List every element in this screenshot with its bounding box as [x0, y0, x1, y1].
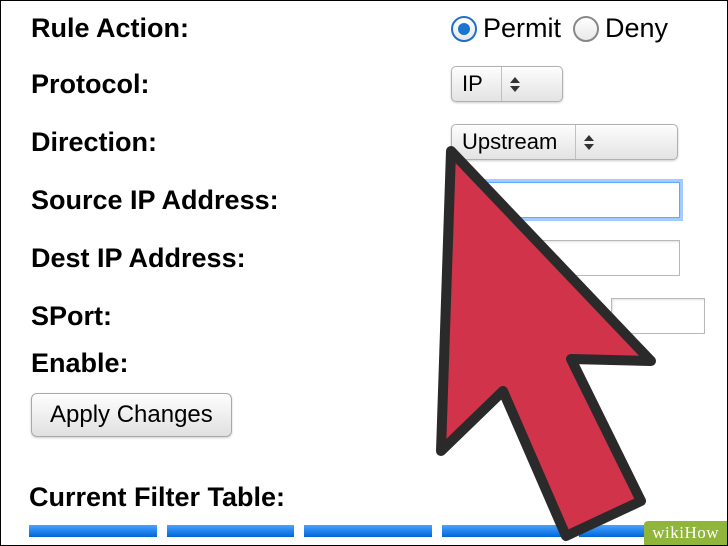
radio-circle-icon: [573, 16, 599, 42]
input-sport[interactable]: [611, 298, 705, 334]
label-dest-ip: Dest IP Address:: [31, 243, 451, 274]
apply-changes-button[interactable]: Apply Changes: [31, 393, 232, 437]
current-filter-table-heading: Current Filter Table:: [29, 482, 285, 513]
label-direction: Direction:: [31, 127, 451, 158]
select-protocol-value: IP: [462, 71, 501, 97]
wikihow-watermark: wikiHow: [644, 521, 727, 545]
radio-permit-label: Permit: [483, 13, 561, 44]
radio-deny-label: Deny: [605, 13, 668, 44]
row-sport: SPort:: [31, 298, 727, 334]
select-protocol[interactable]: IP: [451, 66, 563, 102]
row-rule-action: Rule Action: Permit Deny: [31, 13, 727, 44]
router-filter-form-screenshot: { "rule_action": { "label": "Rule Action…: [0, 0, 728, 546]
updown-stepper-icon: [575, 125, 594, 159]
select-direction-value: Upstream: [462, 129, 575, 155]
table-header-segment: [304, 525, 432, 537]
label-rule-action: Rule Action:: [31, 13, 451, 44]
row-protocol: Protocol: IP: [31, 66, 727, 102]
table-header-segment: [167, 525, 295, 537]
input-source-ip[interactable]: [451, 182, 680, 218]
row-dest-ip: Dest IP Address:: [31, 240, 727, 276]
radio-circle-icon: [451, 16, 477, 42]
label-source-ip: Source IP Address:: [31, 185, 451, 216]
row-apply: Apply Changes: [31, 393, 727, 437]
row-enable: Enable:: [31, 348, 727, 379]
input-dest-ip[interactable]: [451, 240, 680, 276]
label-sport: SPort:: [31, 301, 451, 332]
radio-permit[interactable]: Permit: [451, 13, 561, 44]
row-direction: Direction: Upstream: [31, 124, 727, 160]
rule-action-radios: Permit Deny: [451, 13, 680, 44]
label-enable: Enable:: [31, 348, 451, 379]
radio-deny[interactable]: Deny: [573, 13, 668, 44]
label-protocol: Protocol:: [31, 69, 451, 100]
select-direction[interactable]: Upstream: [451, 124, 678, 160]
row-source-ip: Source IP Address:: [31, 182, 727, 218]
table-header-segment: [442, 525, 570, 537]
filter-rule-form: Rule Action: Permit Deny Protocol: IP D: [31, 1, 727, 459]
table-header-segment: [29, 525, 157, 537]
filter-table-header-bar: [29, 525, 707, 537]
updown-stepper-icon: [501, 67, 520, 101]
